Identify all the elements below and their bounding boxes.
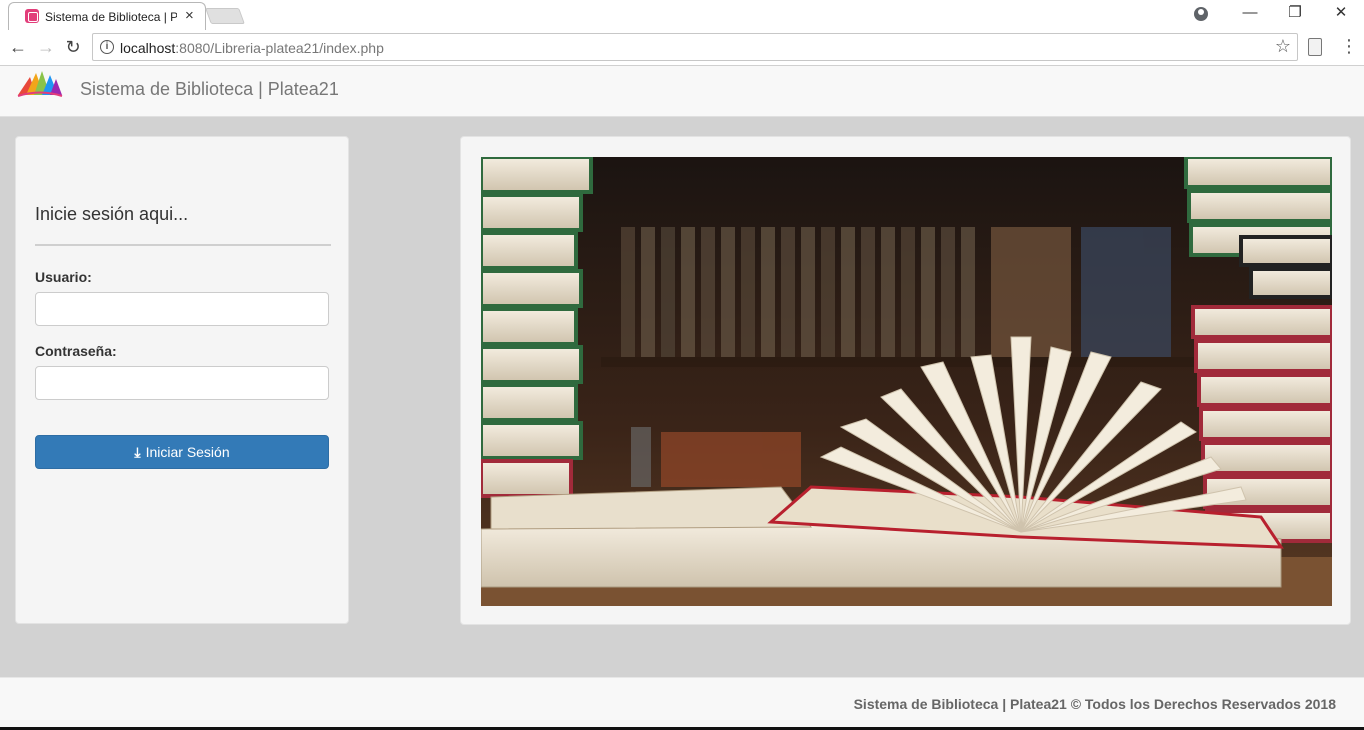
site-info-icon[interactable]: i: [100, 40, 114, 54]
browser-toolbar: ← → ↻ i localhost:8080/Libreria-platea21…: [0, 30, 1364, 66]
profile-icon[interactable]: [1194, 7, 1208, 21]
open-book-illustration: [481, 157, 1332, 606]
browser-tab-bar: Sistema de Biblioteca | Pl × — ❐ ✕: [0, 0, 1364, 30]
username-label: Usuario:: [35, 269, 92, 285]
login-divider: [35, 244, 331, 246]
tab-close-icon[interactable]: ×: [185, 7, 194, 25]
app-navbar: Sistema de Biblioteca | Platea21: [0, 66, 1364, 117]
password-label: Contraseña:: [35, 343, 117, 359]
forward-icon[interactable]: →: [36, 37, 56, 57]
window-close-icon[interactable]: ✕: [1331, 4, 1351, 22]
new-tab-button[interactable]: [205, 8, 245, 24]
url-text: localhost:8080/Libreria-platea21/index.p…: [120, 40, 384, 56]
minimize-icon[interactable]: —: [1240, 4, 1260, 22]
reload-icon[interactable]: ↻: [63, 37, 83, 57]
login-heading: Inicie sesión aqui...: [35, 204, 189, 224]
url-path: :8080/Libreria-platea21/index.php: [175, 40, 384, 56]
library-books-image: [481, 157, 1332, 606]
bookmark-star-icon[interactable]: ☆: [1275, 36, 1291, 57]
browser-tab[interactable]: Sistema de Biblioteca | Pl ×: [8, 2, 206, 30]
back-icon[interactable]: ←: [8, 37, 28, 57]
username-input[interactable]: [35, 292, 329, 326]
password-input[interactable]: [35, 366, 329, 400]
hero-image-panel: [460, 136, 1351, 625]
download-icon: ⤓: [134, 444, 141, 460]
browser-menu-icon[interactable]: ⋮: [1340, 35, 1358, 57]
address-bar[interactable]: i localhost:8080/Libreria-platea21/index…: [92, 33, 1298, 61]
url-host: localhost: [120, 40, 176, 56]
site-favicon-icon: [25, 9, 39, 23]
footer-copyright: Sistema de Biblioteca | Platea21 © Todos…: [853, 696, 1336, 712]
platea21-logo-icon[interactable]: [16, 69, 64, 99]
login-button-label: Iniciar Sesión: [145, 444, 230, 460]
login-button[interactable]: ⤓ Iniciar Sesión: [35, 435, 329, 469]
restore-icon[interactable]: ❐: [1285, 4, 1305, 22]
extension-page-icon[interactable]: [1308, 38, 1322, 56]
app-brand-title[interactable]: Sistema de Biblioteca | Platea21: [80, 79, 339, 100]
login-panel: Inicie sesión aqui... Usuario: Contraseñ…: [15, 136, 349, 624]
page-footer: Sistema de Biblioteca | Platea21 © Todos…: [0, 677, 1364, 730]
tab-title: Sistema de Biblioteca | Pl: [45, 10, 177, 24]
